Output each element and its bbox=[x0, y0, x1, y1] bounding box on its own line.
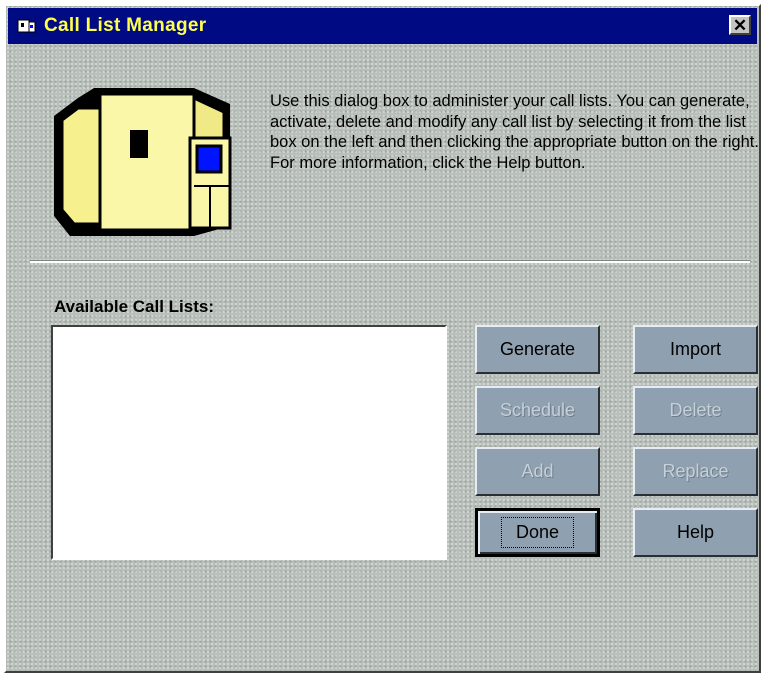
title-bar[interactable]: Call List Manager ✕ bbox=[8, 8, 757, 44]
help-button[interactable]: Help bbox=[633, 508, 758, 557]
separator-line bbox=[30, 260, 750, 263]
computer-tower-icon bbox=[54, 88, 232, 236]
close-button[interactable]: ✕ bbox=[729, 15, 751, 35]
add-button[interactable]: Add bbox=[475, 447, 600, 496]
done-button-label: Done bbox=[500, 517, 575, 548]
schedule-button[interactable]: Schedule bbox=[475, 386, 600, 435]
done-button[interactable]: Done bbox=[475, 508, 600, 557]
generate-button[interactable]: Generate bbox=[475, 325, 600, 374]
call-list-icon bbox=[17, 19, 36, 33]
window-title: Call List Manager bbox=[44, 15, 207, 36]
delete-button[interactable]: Delete bbox=[633, 386, 758, 435]
replace-button[interactable]: Replace bbox=[633, 447, 758, 496]
available-call-lists-label: Available Call Lists: bbox=[54, 297, 214, 316]
instructions-text: Use this dialog box to administer your c… bbox=[270, 92, 759, 172]
import-button[interactable]: Import bbox=[633, 325, 758, 374]
call-lists-listbox[interactable] bbox=[51, 325, 447, 560]
call-list-manager-dialog: Call List Manager ✕ Use this dialog box … bbox=[4, 4, 761, 673]
